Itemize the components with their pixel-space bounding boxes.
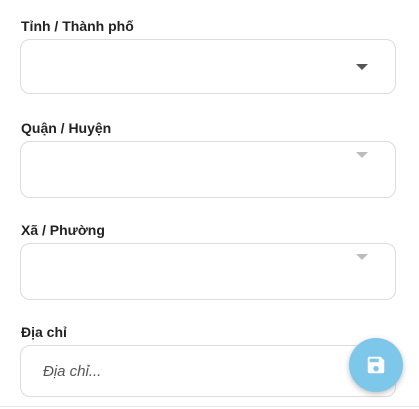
address-form: Tỉnh / Thành phố Quận / Huyện Xã / Phườn… (0, 0, 419, 409)
ward-select[interactable] (20, 243, 396, 300)
save-button[interactable] (349, 338, 403, 392)
save-icon (367, 356, 385, 374)
chevron-down-icon (356, 254, 368, 260)
address-input[interactable] (20, 345, 396, 397)
ward-label: Xã / Phường (21, 222, 105, 238)
chevron-down-icon (356, 64, 368, 70)
district-label: Quận / Huyện (21, 120, 112, 136)
province-label: Tỉnh / Thành phố (21, 18, 134, 34)
district-select[interactable] (20, 141, 396, 198)
chevron-down-icon (356, 152, 368, 158)
divider (0, 406, 419, 407)
province-select[interactable] (20, 39, 396, 94)
address-label: Địa chỉ (21, 324, 67, 340)
